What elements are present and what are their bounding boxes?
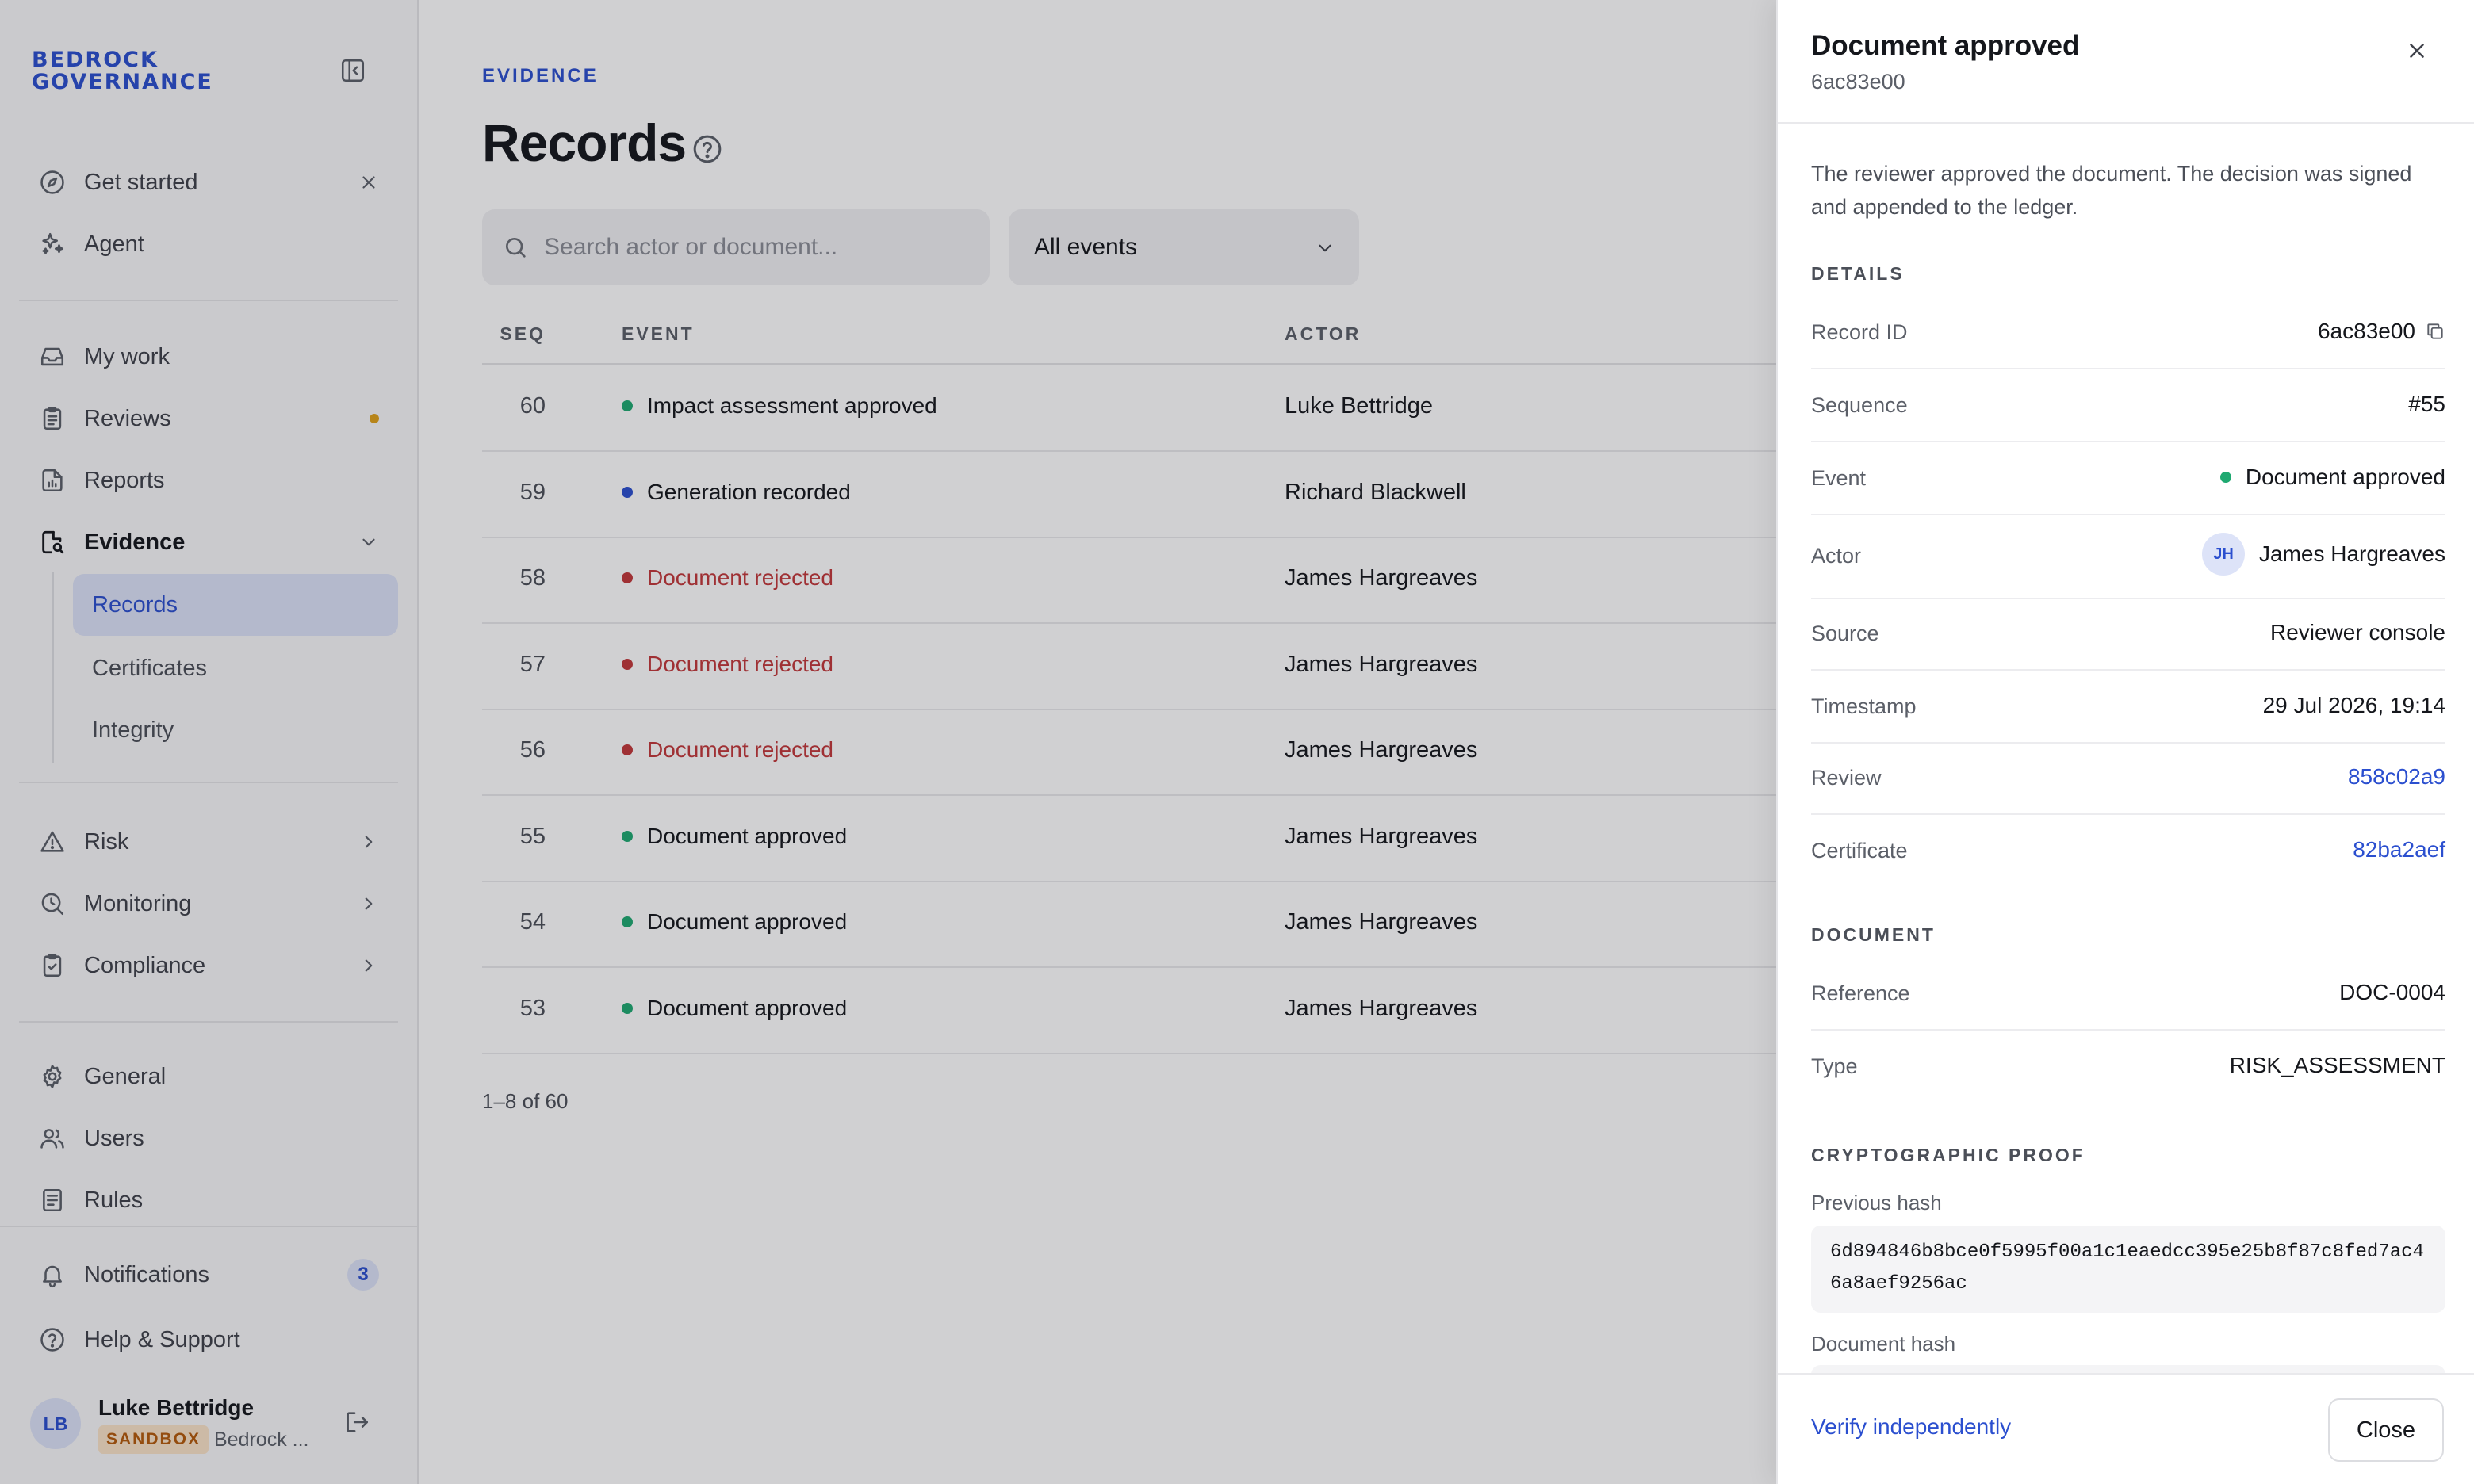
detail-label: Event — [1811, 466, 1867, 490]
detail-reference: Reference DOC-0004 — [1811, 959, 2445, 1031]
detail-certificate: Certificate 82ba2aef — [1811, 817, 2445, 888]
status-dot — [2219, 472, 2231, 483]
drawer-subtitle: 6ac83e00 — [1811, 70, 1905, 94]
detail-review: Review 858c02a9 — [1811, 744, 2445, 815]
detail-label: Certificate — [1811, 839, 1908, 862]
avatar: JH — [2202, 533, 2246, 576]
copy-icon — [2427, 323, 2443, 339]
close-icon — [2410, 44, 2424, 58]
detail-sequence: Sequence #55 — [1811, 371, 2445, 442]
actor-value: James Hargreaves — [2259, 541, 2445, 566]
detail-label: Reference — [1811, 981, 1910, 1005]
record-id-value: 6ac83e00 — [2317, 319, 2415, 343]
event-value: Document approved — [2245, 465, 2445, 489]
type-value: RISK_ASSESSMENT — [2229, 1053, 2445, 1077]
proof-section-title: CRYPTOGRAPHIC PROOF — [1811, 1145, 2085, 1165]
modal-backdrop[interactable] — [0, 0, 1776, 1484]
copy-record-id-button[interactable] — [2425, 321, 2445, 342]
document-hash-label: Document hash — [1811, 1332, 1956, 1356]
detail-source: Source Reviewer console — [1811, 599, 2445, 671]
source-value: Reviewer console — [2270, 620, 2445, 644]
detail-label: Timestamp — [1811, 694, 1917, 718]
detail-label: Source — [1811, 622, 1879, 645]
detail-event: Event Document approved — [1811, 444, 2445, 515]
detail-timestamp: Timestamp 29 Jul 2026, 19:14 — [1811, 672, 2445, 744]
document-section-title: DOCUMENT — [1811, 924, 1936, 945]
review-link[interactable]: 858c02a9 — [2348, 764, 2445, 790]
previous-hash-label: Previous hash — [1811, 1191, 1942, 1214]
details-section-title: DETAILS — [1811, 263, 1905, 284]
detail-type: Type RISK_ASSESSMENT — [1811, 1032, 2445, 1103]
certificate-link[interactable]: 82ba2aef — [2353, 837, 2445, 862]
detail-label: Actor — [1811, 544, 1862, 568]
drawer-header: Document approved 6ac83e00 — [1778, 0, 2474, 124]
drawer-close-button[interactable] — [2401, 35, 2433, 67]
detail-actor: Actor JH James Hargreaves — [1811, 517, 2445, 599]
detail-label: Type — [1811, 1054, 1858, 1078]
detail-label: Sequence — [1811, 393, 1908, 417]
timestamp-value: 29 Jul 2026, 19:14 — [2262, 693, 2445, 717]
detail-label: Review — [1811, 766, 1882, 790]
drawer-footer: Verify independently Close — [1778, 1373, 2474, 1484]
verify-independently-link[interactable]: Verify independently — [1811, 1414, 2011, 1440]
detail-label: Record ID — [1811, 320, 1908, 344]
reference-value: DOC-0004 — [2339, 980, 2445, 1004]
record-detail-drawer: Document approved 6ac83e00 The reviewer … — [1776, 0, 2474, 1484]
previous-hash-value[interactable]: 6d894846b8bce0f5995f00a1c1eaedcc395e25b8… — [1811, 1226, 2445, 1313]
drawer-title: Document approved — [1811, 30, 2080, 61]
drawer-description: The reviewer approved the document. The … — [1811, 162, 2412, 219]
close-button[interactable]: Close — [2328, 1398, 2444, 1462]
detail-record-id: Record ID 6ac83e00 — [1811, 298, 2445, 369]
sequence-value: #55 — [2408, 392, 2445, 416]
